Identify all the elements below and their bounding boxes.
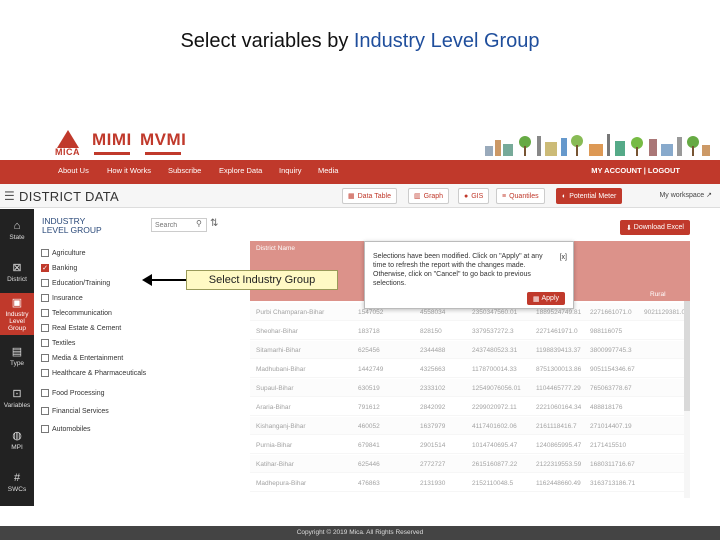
graph-button[interactable]: ▥ Graph	[408, 188, 450, 204]
callout-select-industry-group: Select Industry Group	[186, 270, 338, 290]
checkbox[interactable]	[41, 354, 49, 362]
copyright-text: Copyright © 2019 Mica. All Rights Reserv…	[296, 529, 424, 536]
checkbox[interactable]	[41, 389, 49, 397]
slide-title: Select variables by Industry Level Group	[0, 30, 720, 53]
option-telecommunication[interactable]: Telecommunication	[41, 307, 112, 319]
rail-item-state[interactable]: ⌂ State	[0, 209, 34, 251]
popup-message: Selections have been modified. Click on …	[373, 253, 543, 287]
potential-meter-button[interactable]: ◐ Potential Meter	[556, 188, 623, 204]
state-icon: ⌂	[13, 219, 21, 232]
account-logout-link[interactable]: MY ACCOUNT | LOGOUT	[591, 166, 680, 175]
nav-explore-data[interactable]: Explore Data	[219, 166, 262, 175]
popup-close-button[interactable]: [x]	[560, 254, 567, 261]
bar-chart-icon: ▥	[414, 193, 421, 200]
checkbox[interactable]	[41, 339, 49, 347]
checkbox[interactable]	[41, 249, 49, 257]
option-real-estate[interactable]: Real Estate & Cement	[41, 322, 121, 334]
checkbox[interactable]	[41, 369, 49, 377]
checkbox[interactable]	[41, 407, 49, 415]
main-nav: About Us How it Works Subscribe Explore …	[0, 160, 720, 184]
nav-about-us[interactable]: About Us	[58, 166, 89, 175]
option-insurance[interactable]: Insurance	[41, 292, 83, 304]
option-textiles[interactable]: Textiles	[41, 337, 75, 349]
nav-media[interactable]: Media	[318, 166, 338, 175]
mvmi-logo[interactable]: MVMI	[140, 130, 186, 158]
option-agriculture[interactable]: Agriculture	[41, 247, 85, 259]
app-screenshot: MICA MIMI MVMI About Us How it Works Sub…	[0, 128, 720, 540]
list-icon: ≡	[502, 192, 507, 200]
option-financial-services[interactable]: Financial Services	[41, 405, 109, 417]
nav-how-it-works[interactable]: How it Works	[107, 166, 151, 175]
district-icon: ⊠	[12, 262, 22, 274]
nav-subscribe[interactable]: Subscribe	[168, 166, 201, 175]
data-table-button[interactable]: ▦ Data Table	[342, 188, 397, 204]
panel-heading: INDUSTRY LEVEL GROUP	[42, 216, 102, 235]
page-title: DISTRICT DATA	[19, 189, 119, 204]
option-healthcare[interactable]: Healthcare & Pharmaceuticals	[41, 367, 146, 379]
checkbox-checked[interactable]: ✓	[41, 264, 49, 272]
swcs-icon: #	[13, 471, 21, 484]
gis-button[interactable]: ● GIS	[458, 188, 490, 204]
arrow-left-icon	[142, 274, 188, 286]
variables-icon: ⊡	[12, 388, 22, 400]
industry-filter-panel: INDUSTRY LEVEL GROUP ⚲ ⇅ Agriculture ✓Ba…	[36, 209, 236, 506]
checkbox[interactable]	[41, 309, 49, 317]
rail-item-mpi[interactable]: ◍ MPI	[0, 419, 34, 461]
logo-strip: MICA MIMI MVMI	[0, 128, 720, 160]
industry-icon: ▣	[11, 297, 23, 309]
apply-button[interactable]: ▦ Apply	[526, 292, 565, 305]
mica-triangle-icon	[56, 130, 79, 148]
quantiles-button[interactable]: ≡ Quantiles	[496, 188, 545, 204]
gauge-icon: ◐	[562, 192, 567, 200]
slide-title-highlight: Industry Level Group	[353, 30, 540, 52]
rail-item-type[interactable]: ▤ Type	[0, 335, 34, 377]
hamburger-menu-icon[interactable]: ☰	[4, 189, 15, 203]
nav-inquiry[interactable]: Inquiry	[279, 166, 302, 175]
sort-icon[interactable]: ⇅	[210, 218, 218, 229]
rail-item-swcs[interactable]: # SWCs	[0, 461, 34, 503]
type-icon: ▤	[11, 346, 23, 358]
mica-logo[interactable]: MICA	[55, 130, 80, 158]
option-automobiles[interactable]: Automobiles	[41, 423, 91, 435]
checkbox[interactable]	[41, 279, 49, 287]
rail-item-industry-level-group[interactable]: ▣ Industry Level Group	[0, 293, 34, 335]
skyline-illustration-icon	[485, 134, 710, 156]
selection-modified-popup: Selections have been modified. Click on …	[364, 241, 574, 309]
page-header: ☰ DISTRICT DATA ▦ Data Table ▥ Graph ● GIS …	[0, 184, 720, 208]
rail-item-district[interactable]: ⊠ District	[0, 251, 34, 293]
share-icon: ↗	[706, 192, 712, 199]
download-icon: ⬇	[625, 224, 634, 232]
apply-icon: ▦	[532, 295, 542, 303]
table-icon: ▦	[348, 193, 355, 200]
mpi-icon: ◍	[12, 430, 22, 442]
option-education[interactable]: Education/Training	[41, 277, 110, 289]
option-media[interactable]: Media & Entertainment	[41, 352, 123, 364]
checkbox[interactable]	[41, 324, 49, 332]
slide-title-prefix: Select variables by	[180, 30, 354, 52]
map-pin-icon: ●	[464, 192, 469, 200]
left-rail: ⌂ State ⊠ District ▣ Industry Level Group ▤…	[0, 209, 34, 506]
option-banking[interactable]: ✓ Banking	[41, 262, 77, 274]
my-workspace-link[interactable]: My workspace ↗	[659, 191, 712, 199]
checkbox[interactable]	[41, 425, 49, 433]
footer: Copyright © 2019 Mica. All Rights Reserv…	[0, 526, 720, 540]
rail-item-variables[interactable]: ⊡ Variables	[0, 377, 34, 419]
mimi-logo[interactable]: MIMI	[92, 130, 132, 158]
search-icon[interactable]: ⚲	[196, 219, 202, 228]
option-food-processing[interactable]: Food Processing	[41, 387, 105, 399]
checkbox[interactable]	[41, 294, 49, 302]
